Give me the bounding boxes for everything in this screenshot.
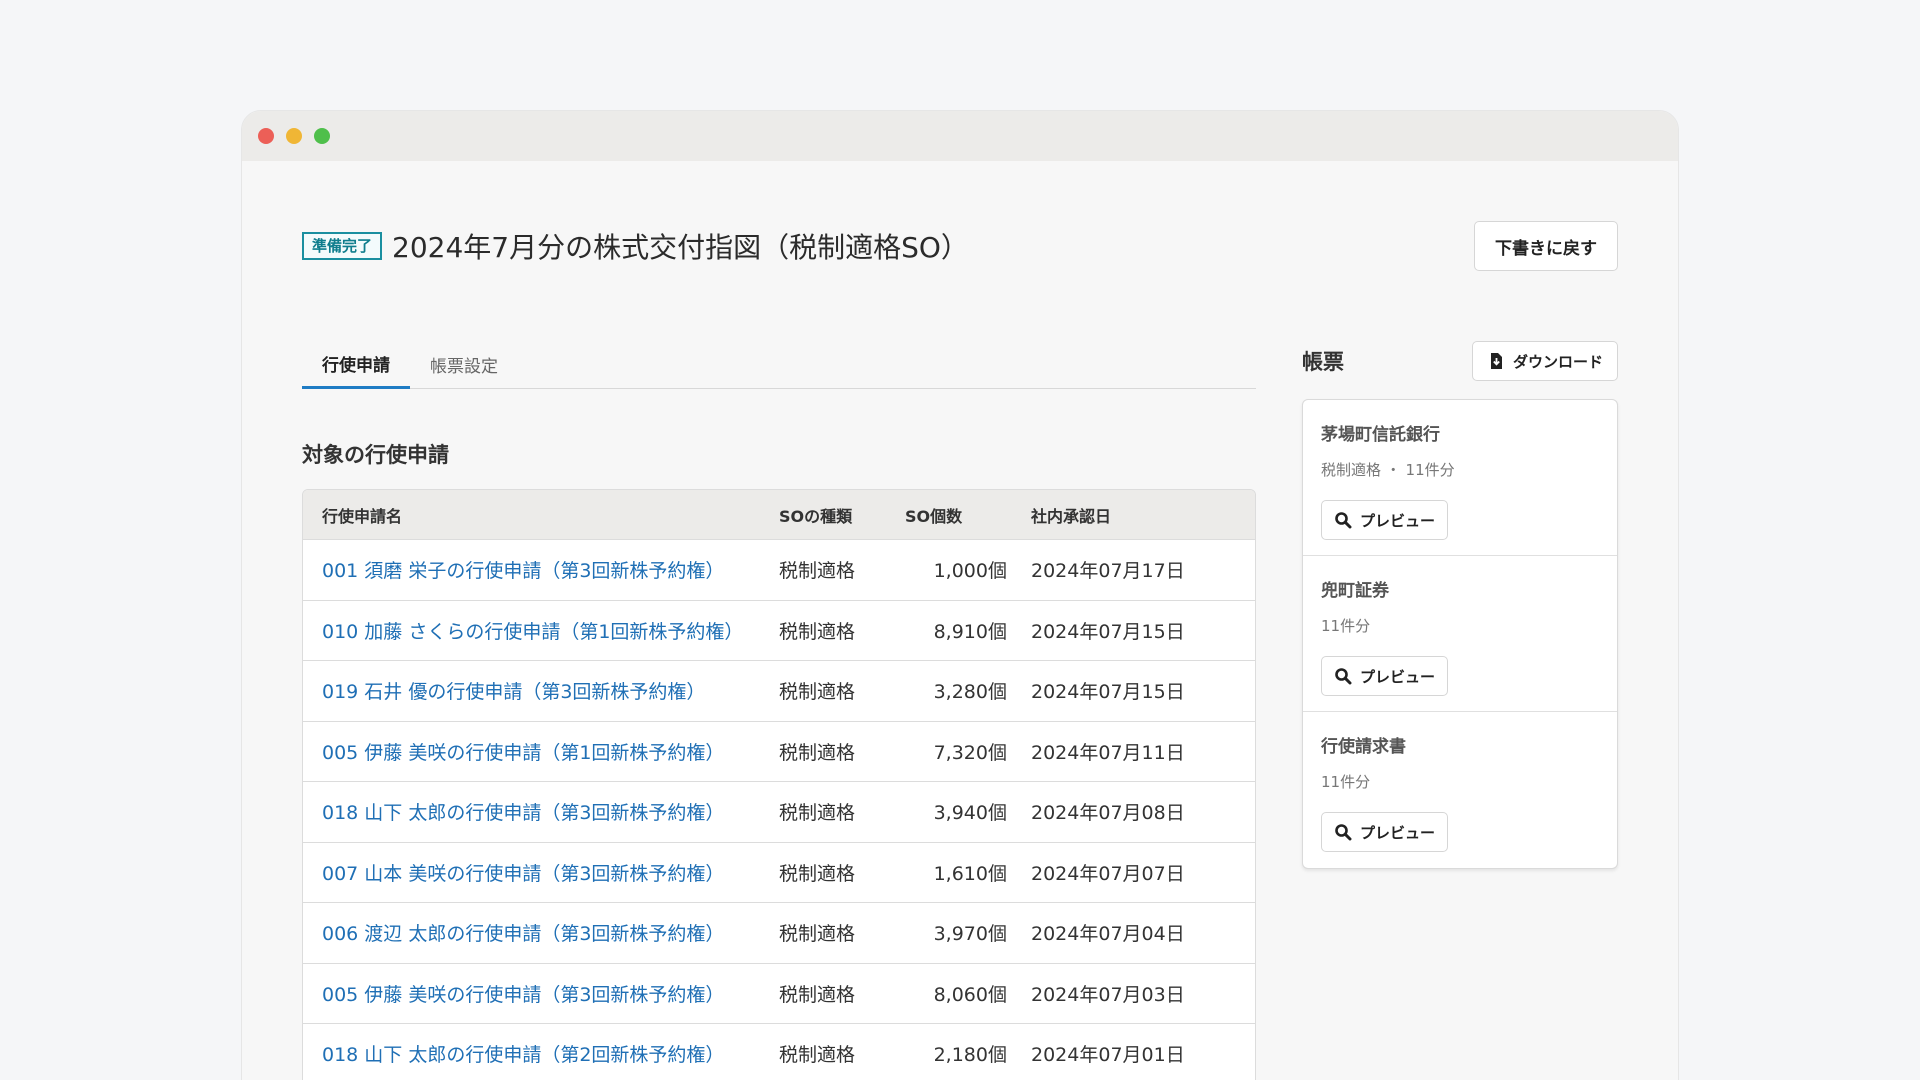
table-row: 001 須磨 栄子の行使申請（第3回新株予約権） 税制適格 1,000個 202… — [303, 540, 1255, 601]
cell-date: 2024年07月08日 — [1031, 802, 1185, 825]
request-link[interactable]: 007 山本 美咲の行使申請（第3回新株予約権） — [322, 863, 724, 885]
window-minimize-button[interactable] — [286, 128, 302, 144]
cell-count: 3,970個 — [933, 923, 1007, 946]
table-row: 018 山下 太郎の行使申請（第2回新株予約権） 税制適格 2,180個 202… — [303, 1024, 1255, 1080]
document-meta: 11件分 — [1321, 773, 1371, 791]
request-link[interactable]: 005 伊藤 美咲の行使申請（第1回新株予約権） — [322, 742, 724, 764]
status-badge: 準備完了 — [302, 232, 383, 260]
title-group: 準備完了 2024年7月分の株式交付指図（税制適格SO） — [302, 226, 969, 266]
documents-list: 茅場町信託銀行 税制適格 ・ 11件分 プレビュー 兜町証券 11件分 プレビュ… — [1302, 399, 1618, 869]
request-link[interactable]: 019 石井 優の行使申請（第3回新株予約権） — [322, 681, 705, 703]
table-row: 010 加藤 さくらの行使申請（第1回新株予約権） 税制適格 8,910個 20… — [303, 600, 1255, 661]
exercise-requests-table: 行使申請名 SOの種類 SO個数 社内承認日 001 須磨 栄子の行使申請（第3… — [302, 489, 1256, 1080]
page-header: 準備完了 2024年7月分の株式交付指図（税制適格SO） 下書きに戻す — [302, 221, 1618, 271]
document-meta: 税制適格 ・ 11件分 — [1321, 461, 1455, 479]
cell-type: 税制適格 — [779, 862, 856, 885]
cell-type: 税制適格 — [779, 741, 856, 764]
document-item: 行使請求書 11件分 プレビュー — [1303, 712, 1617, 868]
documents-title: 帳票 — [1302, 350, 1344, 374]
table-row: 005 伊藤 美咲の行使申請（第3回新株予約権） 税制適格 8,060個 202… — [303, 963, 1255, 1024]
magnifier-icon — [1334, 511, 1352, 529]
request-link[interactable]: 005 伊藤 美咲の行使申請（第3回新株予約権） — [322, 984, 724, 1006]
cell-count: 1,610個 — [933, 862, 1007, 885]
cell-count: 1,000個 — [933, 560, 1007, 583]
cell-date: 2024年07月04日 — [1031, 923, 1185, 946]
cell-date: 2024年07月07日 — [1031, 862, 1185, 885]
cell-date: 2024年07月03日 — [1031, 983, 1185, 1006]
magnifier-icon — [1334, 667, 1352, 685]
cell-type: 税制適格 — [779, 1044, 856, 1067]
table-header: 行使申請名 SOの種類 SO個数 社内承認日 — [303, 490, 1255, 540]
preview-button-label: プレビュー — [1360, 823, 1436, 842]
cell-date: 2024年07月11日 — [1031, 741, 1185, 764]
cell-type: 税制適格 — [779, 560, 856, 583]
preview-button-label: プレビュー — [1360, 667, 1436, 686]
cell-count: 8,910個 — [933, 620, 1007, 643]
cell-type: 税制適格 — [779, 681, 856, 704]
documents-panel: 帳票 ダウンロード 茅場町信託銀行 税制適格 ・ 11件分 プレビュー 兜町証券… — [1302, 341, 1618, 869]
preview-button[interactable]: プレビュー — [1321, 812, 1449, 852]
column-header-count: SO個数 — [905, 506, 963, 526]
column-header-type: SOの種類 — [779, 506, 853, 526]
document-item: 兜町証券 11件分 プレビュー — [1303, 556, 1617, 712]
section-title: 対象の行使申請 — [302, 443, 449, 467]
column-header-name: 行使申請名 — [322, 506, 403, 526]
cell-count: 8,060個 — [933, 983, 1007, 1006]
app-window: 準備完了 2024年7月分の株式交付指図（税制適格SO） 下書きに戻す 行使申請… — [241, 110, 1679, 1080]
cell-type: 税制適格 — [779, 983, 856, 1006]
cell-date: 2024年07月17日 — [1031, 560, 1185, 583]
page-title: 2024年7月分の株式交付指図（税制適格SO） — [392, 231, 969, 264]
cell-count: 7,320個 — [933, 741, 1007, 764]
cell-count: 2,180個 — [933, 1044, 1007, 1067]
file-download-icon — [1487, 352, 1505, 370]
document-item: 茅場町信託銀行 税制適格 ・ 11件分 プレビュー — [1303, 400, 1617, 556]
preview-button[interactable]: プレビュー — [1321, 656, 1449, 696]
document-name: 茅場町信託銀行 — [1321, 425, 1440, 445]
column-header-date: 社内承認日 — [1031, 506, 1112, 526]
table-row: 019 石井 優の行使申請（第3回新株予約権） 税制適格 3,280個 2024… — [303, 661, 1255, 722]
request-link[interactable]: 006 渡辺 太郎の行使申請（第3回新株予約権） — [322, 923, 724, 945]
preview-button[interactable]: プレビュー — [1321, 500, 1449, 540]
request-link[interactable]: 010 加藤 さくらの行使申請（第1回新株予約権） — [322, 621, 743, 643]
download-button-label: ダウンロード — [1512, 352, 1603, 371]
tab-exercise-requests[interactable]: 行使申請 — [302, 341, 410, 389]
window-titlebar — [242, 111, 1678, 161]
request-link[interactable]: 018 山下 太郎の行使申請（第2回新株予約権） — [322, 1044, 724, 1066]
window-close-button[interactable] — [258, 128, 274, 144]
document-meta: 11件分 — [1321, 617, 1371, 635]
documents-header: 帳票 ダウンロード — [1302, 341, 1618, 381]
table-row: 006 渡辺 太郎の行使申請（第3回新株予約権） 税制適格 3,970個 202… — [303, 903, 1255, 964]
revert-to-draft-button[interactable]: 下書きに戻す — [1474, 221, 1618, 271]
cell-count: 3,940個 — [933, 802, 1007, 825]
cell-type: 税制適格 — [779, 620, 856, 643]
cell-type: 税制適格 — [779, 802, 856, 825]
preview-button-label: プレビュー — [1360, 511, 1436, 530]
cell-type: 税制適格 — [779, 923, 856, 946]
request-link[interactable]: 001 須磨 栄子の行使申請（第3回新株予約権） — [322, 560, 724, 582]
tab-bar: 行使申請 帳票設定 — [302, 341, 1256, 389]
document-name: 行使請求書 — [1321, 737, 1406, 757]
table-row: 018 山下 太郎の行使申請（第3回新株予約権） 税制適格 3,940個 202… — [303, 782, 1255, 843]
download-button[interactable]: ダウンロード — [1471, 341, 1618, 381]
document-name: 兜町証券 — [1321, 581, 1389, 601]
table-row: 005 伊藤 美咲の行使申請（第1回新株予約権） 税制適格 7,320個 202… — [303, 721, 1255, 782]
request-link[interactable]: 018 山下 太郎の行使申請（第3回新株予約権） — [322, 802, 724, 824]
cell-date: 2024年07月15日 — [1031, 681, 1185, 704]
cell-date: 2024年07月01日 — [1031, 1044, 1185, 1067]
cell-count: 3,280個 — [933, 681, 1007, 704]
applications-panel: 行使申請 帳票設定 対象の行使申請 行使申請名 SOの種類 SO個数 社内承認日… — [302, 341, 1256, 1080]
window-maximize-button[interactable] — [314, 128, 330, 144]
magnifier-icon — [1334, 823, 1352, 841]
tab-form-settings[interactable]: 帳票設定 — [410, 341, 518, 388]
cell-date: 2024年07月15日 — [1031, 620, 1185, 643]
table-row: 007 山本 美咲の行使申請（第3回新株予約権） 税制適格 1,610個 202… — [303, 842, 1255, 903]
